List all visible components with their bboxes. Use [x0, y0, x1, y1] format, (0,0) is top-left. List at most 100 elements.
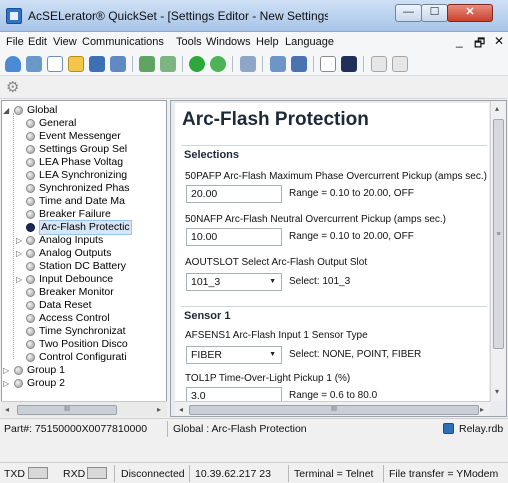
expand-icon[interactable]: ▷	[3, 366, 12, 375]
tree-item-event-messenger[interactable]: Event Messenger	[2, 130, 166, 143]
menu-language[interactable]: Language	[285, 36, 334, 48]
tree-item-control-configuration[interactable]: Control Configurati	[2, 351, 166, 364]
tree-item-time-and-date[interactable]: Time and Date Ma	[2, 195, 166, 208]
upload-icon[interactable]	[210, 56, 226, 72]
tree-item-label: General	[39, 117, 77, 129]
node-icon	[26, 249, 35, 258]
home-icon[interactable]	[5, 56, 21, 72]
scroll-up-icon[interactable]: ▴	[495, 104, 499, 113]
menu-edit[interactable]: Edit	[28, 36, 47, 48]
setting-label-50nafp: 50NAFP Arc-Flash Neutral Overcurrent Pic…	[185, 214, 447, 225]
gear-icon[interactable]: ⚙	[6, 80, 22, 96]
tree-item-group-1[interactable]: ▷ Group 1	[2, 364, 166, 377]
expand-icon[interactable]: ▷	[3, 379, 12, 388]
select-afsens1[interactable]: FIBER ▼	[186, 346, 282, 364]
send-icon[interactable]	[160, 56, 176, 72]
node-icon	[26, 353, 35, 362]
menu-view[interactable]: View	[53, 36, 77, 48]
tree-item-global[interactable]: ◢ Global	[2, 104, 166, 117]
scroll-thumb[interactable]: III	[189, 405, 479, 415]
select-aoutslot[interactable]: 101_3 ▼	[186, 273, 282, 291]
go-icon[interactable]	[189, 56, 205, 72]
node-icon	[26, 301, 35, 310]
tree-item-arc-flash-protection[interactable]: Arc-Flash Protectic	[2, 220, 166, 235]
scroll-right-icon[interactable]: ▸	[157, 405, 161, 414]
save-icon[interactable]	[89, 56, 105, 72]
tree-item-analog-outputs[interactable]: ▷ Analog Outputs	[2, 247, 166, 260]
tree-item-station-dc-battery[interactable]: Station DC Battery	[2, 260, 166, 273]
dropdown-arrow-icon[interactable]: ▼	[269, 351, 276, 358]
mdi-close-button[interactable]: ✕	[494, 34, 504, 48]
collapse-icon[interactable]: ◢	[3, 106, 12, 115]
report-icon[interactable]	[371, 56, 387, 72]
menu-communications[interactable]: Communications	[82, 36, 164, 48]
read-icon[interactable]	[139, 56, 155, 72]
tree-item-synchronized-phasors[interactable]: Synchronized Phas	[2, 182, 166, 195]
tree-item-label: Time and Date Ma	[39, 195, 125, 207]
tree-horizontal-scrollbar[interactable]: ◂ III ▸	[1, 401, 167, 417]
content-horizontal-scrollbar[interactable]: ◂ III ▸	[175, 401, 490, 416]
tree-item-breaker-monitor[interactable]: Breaker Monitor	[2, 286, 166, 299]
tree-item-lea-synchronizing[interactable]: LEA Synchronizing	[2, 169, 166, 182]
tree-item-label: Global	[27, 104, 58, 116]
tree-item-general[interactable]: General	[2, 117, 166, 130]
settings-location: Global : Arc-Flash Protection	[173, 423, 307, 435]
node-icon	[26, 184, 35, 193]
settings-form: Arc-Flash Protection Selections 50PAFP A…	[175, 103, 489, 405]
open-folder-icon[interactable]	[68, 56, 84, 72]
scroll-thumb[interactable]: III	[17, 405, 117, 415]
save-as-icon[interactable]	[110, 56, 126, 72]
node-icon	[26, 197, 35, 206]
scroll-down-icon[interactable]: ▾	[495, 387, 499, 396]
minimize-button[interactable]: —	[395, 4, 422, 22]
content-vertical-scrollbar[interactable]: ▴ ≡ ▾	[490, 101, 506, 401]
settings-icon[interactable]	[240, 56, 256, 72]
tools-icon[interactable]	[270, 56, 286, 72]
tree-item-two-position-disconnect[interactable]: Two Position Disco	[2, 338, 166, 351]
toolbar-separator	[313, 56, 314, 72]
menu-windows[interactable]: Windows	[206, 36, 251, 48]
scroll-thumb[interactable]: ≡	[493, 119, 504, 349]
tree-item-group-2[interactable]: ▷ Group 2	[2, 377, 166, 390]
expand-icon[interactable]: ▷	[16, 275, 25, 284]
tree-item-label: Access Control	[39, 312, 110, 324]
input-50nafp[interactable]: 10.00	[186, 228, 282, 246]
tree-item-access-control[interactable]: Access Control	[2, 312, 166, 325]
window-title: AcSELerator® QuickSet - [Settings Editor…	[28, 9, 328, 23]
maximize-button[interactable]: ☐	[421, 4, 448, 22]
mdi-minimize-button[interactable]: _	[456, 34, 463, 48]
tree-item-settings-group-sel[interactable]: Settings Group Sel	[2, 143, 166, 156]
relay-icon[interactable]	[26, 56, 42, 72]
terminal-icon[interactable]	[341, 56, 357, 72]
tree-item-label: Station DC Battery	[39, 260, 126, 272]
node-icon	[26, 158, 35, 167]
info-bar: Part#: 75150000X0077810000 Global : Arc-…	[0, 418, 508, 439]
relay-file-name: Relay.rdb	[459, 423, 504, 435]
tree-item-time-synchronization[interactable]: Time Synchronizat	[2, 325, 166, 338]
settings-editor-pane: Arc-Flash Protection Selections 50PAFP A…	[170, 100, 507, 417]
dropdown-arrow-icon[interactable]: ▼	[269, 278, 276, 285]
tree-item-data-reset[interactable]: Data Reset	[2, 299, 166, 312]
close-button[interactable]: ✕	[447, 4, 493, 22]
scroll-right-icon[interactable]: ▸	[480, 405, 484, 414]
node-icon	[26, 119, 35, 128]
scroll-left-icon[interactable]: ◂	[179, 405, 183, 414]
document-icon[interactable]	[47, 56, 63, 72]
waveform-icon[interactable]	[320, 56, 336, 72]
tree-item-label: Group 2	[27, 377, 65, 389]
expand-icon[interactable]: ▷	[16, 249, 25, 258]
scroll-left-icon[interactable]: ◂	[5, 405, 9, 414]
tree-item-input-debounce[interactable]: ▷ Input Debounce	[2, 273, 166, 286]
menu-help[interactable]: Help	[256, 36, 279, 48]
input-50pafp[interactable]: 20.00	[186, 185, 282, 203]
database-icon[interactable]	[291, 56, 307, 72]
section-sensor-1: Sensor 1 AFSENS1 Arc-Flash Input 1 Senso…	[181, 306, 487, 405]
tree-item-label: Group 1	[27, 364, 65, 376]
list-icon[interactable]	[392, 56, 408, 72]
tree-item-analog-inputs[interactable]: ▷ Analog Inputs	[2, 234, 166, 247]
menu-tools[interactable]: Tools	[176, 36, 202, 48]
tree-item-lea-phase-voltage[interactable]: LEA Phase Voltag	[2, 156, 166, 169]
menu-file[interactable]: File	[6, 36, 24, 48]
section-heading: Sensor 1	[181, 306, 487, 324]
expand-icon[interactable]: ▷	[16, 236, 25, 245]
